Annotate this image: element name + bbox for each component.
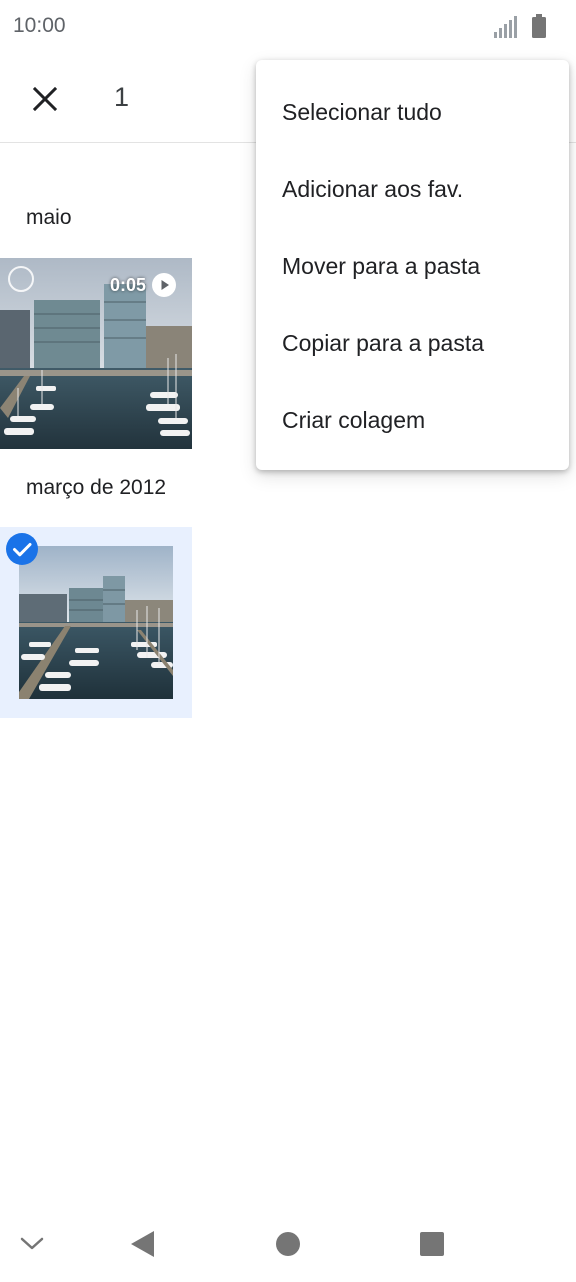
signal-icon [494, 16, 517, 38]
section-title-maio: maio [26, 206, 72, 229]
menu-item-select-all[interactable]: Selecionar tudo [256, 74, 569, 151]
chevron-down-icon [20, 1237, 44, 1250]
check-circle-icon[interactable] [6, 533, 38, 565]
nav-home-button[interactable] [274, 1230, 302, 1258]
recents-icon [420, 1232, 444, 1256]
photo-thumbnail-selected[interactable] [0, 527, 192, 718]
close-selection-button[interactable] [22, 76, 68, 122]
close-icon [33, 87, 57, 111]
home-icon [276, 1232, 300, 1256]
status-time: 10:00 [13, 14, 66, 37]
status-bar: 10:00 [0, 0, 576, 54]
menu-item-create-collage[interactable]: Criar colagem [256, 382, 569, 459]
nav-chevron-button[interactable] [18, 1230, 46, 1258]
menu-item-move-to-folder[interactable]: Mover para a pasta [256, 228, 569, 305]
section-title-marco-2012: março de 2012 [26, 476, 167, 499]
back-icon [131, 1231, 154, 1257]
nav-back-button[interactable] [128, 1230, 156, 1258]
photo-preview-image [19, 546, 173, 699]
menu-item-copy-to-folder[interactable]: Copiar para a pasta [256, 305, 569, 382]
play-icon [152, 273, 176, 297]
video-thumbnail[interactable]: 0:05 [0, 258, 192, 449]
nav-recents-button[interactable] [418, 1230, 446, 1258]
video-duration: 0:05 [109, 275, 146, 295]
menu-item-add-to-favorites[interactable]: Adicionar aos fav. [256, 151, 569, 228]
navigation-bar [0, 1210, 576, 1282]
overflow-menu: Selecionar tudo Adicionar aos fav. Mover… [256, 60, 569, 470]
status-icons [494, 14, 546, 38]
battery-icon [532, 14, 546, 38]
selected-count: 1 [114, 82, 130, 112]
select-circle[interactable] [8, 266, 34, 292]
